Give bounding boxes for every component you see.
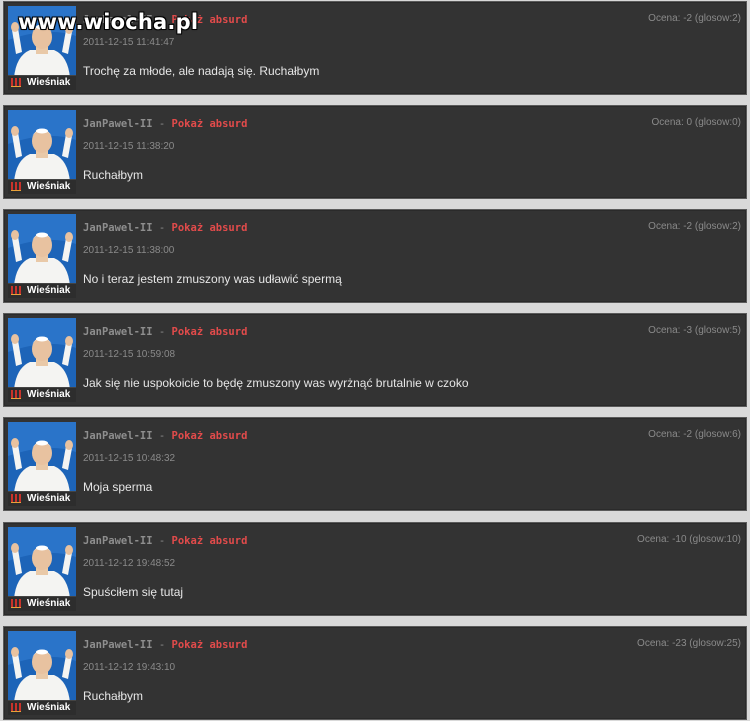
comment-text: Ruchałbym [83, 689, 144, 703]
rank-badge: Wieśniak [8, 596, 76, 611]
separator: - [158, 639, 166, 651]
author-line: JanPawel-II - Pokaż absurd [83, 118, 247, 130]
comment-text: Spuściłem się tutaj [83, 585, 184, 599]
author-line: JanPawel-II - Pokaż absurd [83, 222, 247, 234]
author-name[interactable]: JanPawel-II [83, 326, 153, 338]
avatar[interactable]: Wieśniak [8, 110, 76, 194]
comment-rating: Ocena: -10 (glosow:10) [637, 534, 741, 545]
comment-item: Wieśniak JanPawel-II - Pokaż absurd 2011… [3, 105, 747, 199]
separator: - [158, 326, 166, 338]
comment-rating: Ocena: -2 (glosow:2) [648, 221, 741, 232]
author-name[interactable]: JanPawel-II [83, 118, 153, 130]
author-line: JanPawel-II - Pokaż absurd [83, 535, 247, 547]
separator: - [158, 118, 166, 130]
comment-date: 2011-12-15 11:38:20 [83, 141, 175, 152]
comment-rating: Ocena: -2 (glosow:2) [648, 13, 741, 24]
comment-item: Wieśniak JanPawel-II - Pokaż absurd 2011… [3, 522, 747, 616]
show-absurd-link[interactable]: Pokaż absurd [172, 118, 248, 130]
show-absurd-link[interactable]: Pokaż absurd [172, 639, 248, 651]
comment-item: Wieśniak JanPawel-II - Pokaż absurd 2011… [3, 417, 747, 511]
site-watermark: www.wiocha.pl [18, 10, 199, 34]
comment-date: 2011-12-15 11:38:00 [83, 245, 175, 256]
author-line: JanPawel-II - Pokaż absurd [83, 639, 247, 651]
comment-item: Wieśniak JanPawel-II - Pokaż absurd 2011… [3, 313, 747, 407]
show-absurd-link[interactable]: Pokaż absurd [172, 222, 248, 234]
show-absurd-link[interactable]: Pokaż absurd [172, 430, 248, 442]
comment-date: 2011-12-15 11:41:47 [83, 37, 175, 48]
comment-text: Jak się nie uspokoicie to będę zmuszony … [83, 376, 469, 390]
comment-date: 2011-12-15 10:59:08 [83, 349, 176, 360]
rank-badge: Wieśniak [8, 387, 76, 402]
comment-date: 2011-12-12 19:48:52 [83, 558, 176, 569]
comment-text: Ruchałbym [83, 168, 144, 182]
comment-date: 2011-12-12 19:43:10 [83, 662, 176, 673]
rank-badge: Wieśniak [8, 75, 76, 90]
comment-rating: Ocena: -2 (glosow:6) [648, 429, 741, 440]
rank-label: Wieśniak [27, 181, 71, 192]
avatar[interactable]: Wieśniak [8, 527, 76, 611]
author-line: JanPawel-II - Pokaż absurd [83, 430, 247, 442]
rank-icon [11, 599, 21, 608]
rank-badge: Wieśniak [8, 283, 76, 298]
rank-badge: Wieśniak [8, 700, 76, 715]
rank-icon [11, 182, 21, 191]
comment-rating: Ocena: -23 (glosow:25) [637, 638, 741, 649]
rank-label: Wieśniak [27, 285, 71, 296]
separator: - [158, 430, 166, 442]
rank-icon [11, 286, 21, 295]
rank-label: Wieśniak [27, 702, 71, 713]
rank-badge: Wieśniak [8, 179, 76, 194]
rank-label: Wieśniak [27, 77, 71, 88]
comment-item: Wieśniak JanPawel-II - Pokaż absurd 2011… [3, 209, 747, 303]
rank-icon [11, 703, 21, 712]
rank-icon [11, 78, 21, 87]
show-absurd-link[interactable]: Pokaż absurd [172, 326, 248, 338]
rank-badge: Wieśniak [8, 491, 76, 506]
author-name[interactable]: JanPawel-II [83, 639, 153, 651]
avatar[interactable]: Wieśniak [8, 422, 76, 506]
rank-icon [11, 390, 21, 399]
separator: - [158, 535, 166, 547]
comment-rating: Ocena: -3 (glosow:5) [648, 325, 741, 336]
separator: - [158, 222, 166, 234]
show-absurd-link[interactable]: Pokaż absurd [172, 535, 248, 547]
author-name[interactable]: JanPawel-II [83, 222, 153, 234]
rank-label: Wieśniak [27, 598, 71, 609]
comment-item: Wieśniak JanPawel-II - Pokaż absurd 2011… [3, 626, 747, 720]
rank-label: Wieśniak [27, 493, 71, 504]
author-name[interactable]: JanPawel-II [83, 430, 153, 442]
comment-text: Moja sperma [83, 480, 153, 494]
rank-icon [11, 494, 21, 503]
comment-text: No i teraz jestem zmuszony was udławić s… [83, 272, 342, 286]
comments-page: Wieśniak JanPawel-II - Pokaż absurd 2011… [0, 0, 750, 721]
rank-label: Wieśniak [27, 389, 71, 400]
comment-date: 2011-12-15 10:48:32 [83, 453, 176, 464]
author-line: JanPawel-II - Pokaż absurd [83, 326, 247, 338]
avatar[interactable]: Wieśniak [8, 214, 76, 298]
avatar[interactable]: Wieśniak [8, 631, 76, 715]
comment-text: Trochę za młode, ale nadają się. Ruchałb… [83, 64, 320, 78]
author-name[interactable]: JanPawel-II [83, 535, 153, 547]
avatar[interactable]: Wieśniak [8, 318, 76, 402]
comment-rating: Ocena: 0 (glosow:0) [651, 117, 742, 128]
